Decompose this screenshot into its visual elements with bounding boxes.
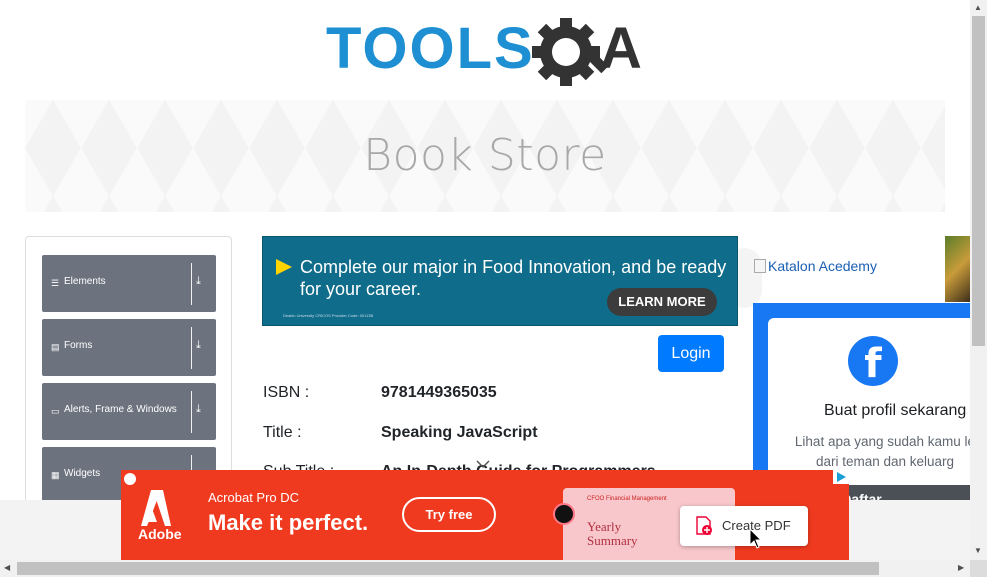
ad-fine-print: Deakin University CRICOS Provider Code: … — [283, 313, 374, 318]
sidebar-group-forms[interactable]: ▤ Forms ⤓ — [42, 319, 216, 376]
sidebar-group-alerts[interactable]: ▭ Alerts, Frame & Windows ⤓ — [42, 383, 216, 440]
ad-food-innovation[interactable]: Complete our major in Food Innovation, a… — [262, 236, 738, 326]
form-icon: ▤ — [51, 342, 60, 352]
record-dot — [553, 503, 575, 525]
logo-text-a: A — [600, 16, 642, 81]
scroll-down-arrow-icon[interactable]: ▼ — [974, 546, 982, 555]
learn-more-button[interactable]: LEARN MORE — [607, 288, 717, 316]
page: TOOLS A Book Store ☰ Elements ⤓ ▤ Forms … — [0, 0, 987, 577]
facebook-ad-subtitle-line: Lihat apa yang sudah kamu le — [794, 434, 970, 449]
isbn-value: 9781449365035 — [381, 384, 497, 401]
title-label: Title : — [263, 424, 302, 441]
doc-title-line: Yearly — [587, 519, 622, 534]
scrollbar-thumb[interactable] — [972, 16, 985, 346]
download-arrow-icon: ⤓ — [196, 275, 201, 287]
sidebar-group-label: Alerts, Frame & Windows — [64, 404, 177, 415]
chevron-down-icon[interactable] — [476, 458, 490, 470]
download-arrow-icon: ⤓ — [196, 403, 201, 415]
ad-product: Acrobat Pro DC — [208, 490, 300, 505]
hamburger-icon: ☰ — [51, 278, 60, 288]
sidebar-group-elements[interactable]: ☰ Elements ⤓ — [42, 255, 216, 312]
broken-image-icon — [754, 259, 766, 273]
ad-info-icon[interactable] — [124, 473, 136, 485]
ad-decoration — [738, 248, 762, 308]
facebook-ad-title: Buat profil sekarang — [824, 402, 967, 419]
pdf-add-icon — [696, 516, 712, 535]
create-pdf-button[interactable]: Create PDF — [680, 506, 808, 546]
play-triangle-icon — [276, 259, 292, 275]
horizontal-scrollbar[interactable]: ◀ ▶ — [0, 560, 970, 577]
login-button[interactable]: Login — [658, 335, 724, 372]
scrollbar-corner — [970, 560, 987, 577]
gear-icon — [532, 18, 609, 86]
scroll-up-arrow-icon[interactable]: ▲ — [974, 3, 982, 12]
download-arrow-icon: ⤓ — [196, 339, 201, 351]
ad-right-sidebar[interactable]: Katalon Acedemy f Buat profil sekarang L… — [738, 236, 970, 500]
divider — [191, 263, 192, 305]
ad-headline: Make it perfect. — [208, 510, 369, 535]
scrollbar-thumb[interactable] — [17, 562, 879, 575]
scroll-right-arrow-icon[interactable]: ▶ — [958, 563, 964, 572]
page-banner: Book Store — [25, 100, 945, 212]
katalon-alt-text: Katalon Acedemy — [768, 258, 877, 274]
title-value: Speaking JavaScript — [381, 424, 538, 441]
logo-text-tools: TOOLS — [326, 16, 535, 81]
sidebar-group-label: Widgets — [64, 468, 101, 479]
page-title: Book Store — [363, 130, 607, 181]
adchoices-icon[interactable] — [833, 470, 849, 484]
divider — [191, 327, 192, 369]
ad-adobe-acrobat[interactable]: Adobe Acrobat Pro DC Make it perfect. Tr… — [121, 470, 849, 560]
sidebar-group-label: Forms — [64, 340, 93, 351]
vertical-scrollbar[interactable]: ▲ ▼ — [970, 0, 987, 560]
isbn-label: ISBN : — [263, 384, 310, 401]
sidebar-group-label: Elements — [64, 276, 106, 287]
divider — [191, 391, 192, 433]
ad-food-image — [945, 236, 970, 302]
adobe-brand: Adobe — [138, 526, 182, 542]
doc-header: CFOO Financial Management — [587, 496, 667, 502]
toolsqa-logo[interactable]: TOOLS A — [326, 16, 648, 90]
facebook-ad-subtitle-line: dari teman dan keluarg — [815, 454, 955, 469]
window-icon: ▭ — [51, 406, 60, 416]
try-free-button[interactable]: Try free — [402, 497, 496, 532]
facebook-ad-subtitle: Lihat apa yang sudah kamu le dari teman … — [785, 432, 970, 472]
katalon-image-alt[interactable]: Katalon Acedemy — [754, 258, 877, 274]
scroll-left-arrow-icon[interactable]: ◀ — [4, 563, 10, 572]
facebook-icon: f — [848, 336, 898, 387]
doc-title-line: Summary — [587, 533, 638, 548]
grid-icon: ▦ — [51, 470, 60, 480]
mouse-cursor-icon — [749, 528, 763, 549]
doc-title: Yearly Summary — [587, 520, 638, 548]
